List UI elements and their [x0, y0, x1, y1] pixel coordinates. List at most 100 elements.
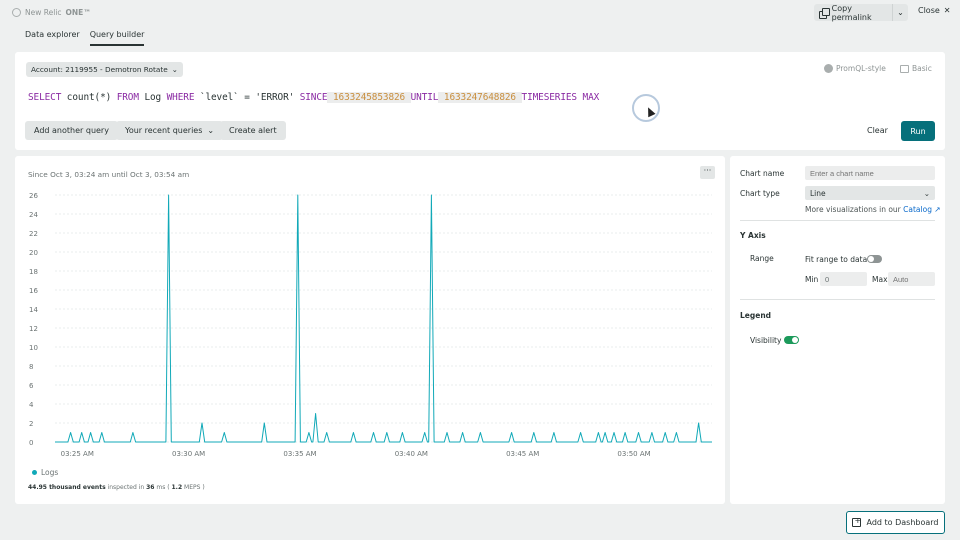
- nrql-token: `level` = 'ERROR': [194, 92, 300, 103]
- visibility-label: Visibility: [750, 336, 782, 345]
- y-tick-label: 26: [29, 192, 38, 200]
- query-panel: Account: 2119955 - Demotron Rotate ⌄ Pro…: [15, 52, 945, 150]
- chevron-down-icon[interactable]: ⌄: [893, 8, 908, 17]
- close-icon: ✕: [943, 6, 951, 15]
- nrql-token: WHERE: [166, 92, 195, 103]
- app-logo: New Relic ONE™: [12, 8, 91, 17]
- basic-mode-toggle[interactable]: Basic: [900, 64, 932, 73]
- series-line-logs: [55, 194, 712, 443]
- visibility-toggle[interactable]: [784, 336, 799, 344]
- copy-permalink-label: Copy permalink: [831, 3, 872, 22]
- basic-label: Basic: [912, 64, 932, 73]
- chart-type-select[interactable]: Line ⌄: [805, 186, 935, 200]
- y-tick-label: 10: [29, 344, 38, 352]
- chart-type-value: Line: [810, 188, 826, 198]
- x-tick-label: 03:30 AM: [172, 450, 205, 458]
- x-tick-label: 03:35 AM: [283, 450, 316, 458]
- chevron-down-icon: ⌄: [207, 126, 215, 135]
- y-tick-label: 18: [29, 268, 38, 276]
- catalog-link[interactable]: Catalog: [903, 205, 932, 214]
- chart-settings-panel: Chart name Chart type Line ⌄ More visual…: [730, 156, 945, 504]
- nrql-token: Log: [138, 92, 167, 103]
- y-axis-heading: Y Axis: [740, 231, 766, 240]
- toggle-knob: [792, 337, 798, 343]
- range-label: Range: [750, 254, 774, 263]
- create-alert-button[interactable]: Create alert: [220, 121, 286, 140]
- min-label: Min: [805, 275, 819, 284]
- y-tick-label: 24: [29, 211, 38, 219]
- add-to-dashboard-button[interactable]: Add to Dashboard: [846, 511, 945, 534]
- more-visualizations-text: More visualizations in our Catalog ↗: [805, 205, 941, 214]
- legend-swatch: [32, 470, 37, 475]
- dashboard-add-icon: [852, 516, 862, 527]
- events-count: 44.95 thousand events: [28, 484, 106, 491]
- y-tick-label: 6: [29, 382, 34, 390]
- chevron-down-icon: ⌄: [171, 65, 178, 74]
- x-tick-label: 03:40 AM: [395, 450, 428, 458]
- nrql-token: count(: [61, 92, 101, 103]
- recent-queries-label: Your recent queries: [125, 126, 203, 135]
- close-button[interactable]: Close ✕: [918, 6, 951, 15]
- recent-queries-button[interactable]: Your recent queries ⌄: [116, 121, 224, 140]
- stats-text: inspected in: [105, 484, 147, 491]
- stats-rate-unit: MEPS ): [182, 484, 205, 491]
- clear-button[interactable]: Clear: [867, 126, 888, 135]
- promql-label: PromQL-style: [836, 64, 886, 73]
- y-tick-label: 2: [29, 420, 33, 428]
- fit-range-toggle[interactable]: [867, 255, 882, 263]
- nrql-token: UNTIL: [410, 92, 439, 103]
- nrql-token: 1633245853826: [327, 92, 411, 103]
- legend-label: Logs: [41, 468, 59, 477]
- query-stats: 44.95 thousand events inspected in 36 ms…: [28, 484, 205, 491]
- min-input[interactable]: [820, 272, 867, 286]
- max-label: Max: [872, 275, 888, 284]
- divider: [740, 299, 935, 300]
- copy-permalink-button[interactable]: Copy permalink: [814, 3, 893, 22]
- x-tick-label: 03:50 AM: [617, 450, 650, 458]
- nrql-token: 1633247648826: [438, 92, 522, 103]
- logo-text-one: ONE™: [65, 8, 91, 17]
- y-tick-label: 22: [29, 230, 38, 238]
- top-bar: New Relic ONE™ Copy permalink ⌄ Close ✕: [0, 0, 960, 26]
- legend-heading: Legend: [740, 311, 772, 320]
- chart-name-label: Chart name: [740, 169, 785, 178]
- max-input[interactable]: [888, 272, 935, 286]
- nrql-query-editor[interactable]: SELECT count(*) FROM Log WHERE `level` =…: [28, 92, 599, 103]
- y-tick-label: 14: [29, 306, 38, 314]
- nrql-token: ): [105, 92, 117, 103]
- line-chart[interactable]: 0246810121416182022242603:25 AM 03:30 AM 0…: [15, 156, 725, 504]
- explorer-tabs: Data explorer Query builder: [25, 30, 145, 46]
- add-to-dashboard-label: Add to Dashboard: [866, 518, 939, 527]
- divider: [740, 220, 935, 221]
- account-label: Account: 2119955 - Demotron Rotate: [31, 65, 168, 74]
- promql-icon: [824, 64, 833, 73]
- y-tick-label: 8: [29, 363, 33, 371]
- nrql-token: TIMESERIES: [521, 92, 578, 103]
- y-tick-label: 16: [29, 287, 38, 295]
- tab-data-explorer[interactable]: Data explorer: [25, 30, 80, 46]
- stats-rate: 1.2: [171, 484, 183, 491]
- toggle-knob: [868, 256, 874, 262]
- basic-mode-icon: [900, 64, 909, 73]
- fit-range-label: Fit range to data: [805, 255, 868, 264]
- close-label: Close: [918, 6, 940, 15]
- add-another-query-button[interactable]: Add another query: [25, 121, 118, 140]
- chart-panel: Since Oct 3, 03:24 am until Oct 3, 03:54…: [15, 156, 725, 504]
- run-button[interactable]: Run: [901, 121, 935, 141]
- nrql-token: MAX: [576, 92, 600, 103]
- more-viz-label: More visualizations in our: [805, 205, 904, 214]
- external-link-icon: ↗: [934, 205, 941, 214]
- copy-permalink-button-group: Copy permalink ⌄: [814, 3, 908, 22]
- x-tick-label: 03:25 AM: [61, 450, 94, 458]
- chart-legend[interactable]: Logs: [32, 468, 58, 477]
- logo-text: New Relic: [25, 8, 62, 17]
- tab-query-builder[interactable]: Query builder: [89, 30, 145, 46]
- account-selector[interactable]: Account: 2119955 - Demotron Rotate ⌄: [26, 62, 183, 77]
- x-tick-label: 03:45 AM: [506, 450, 539, 458]
- chart-name-input[interactable]: [805, 166, 935, 180]
- chart-type-label: Chart type: [740, 189, 780, 198]
- y-tick-label: 0: [29, 439, 33, 447]
- promql-style-toggle[interactable]: PromQL-style: [824, 64, 886, 73]
- chevron-down-icon: ⌄: [923, 188, 930, 198]
- copy-icon: [819, 8, 830, 19]
